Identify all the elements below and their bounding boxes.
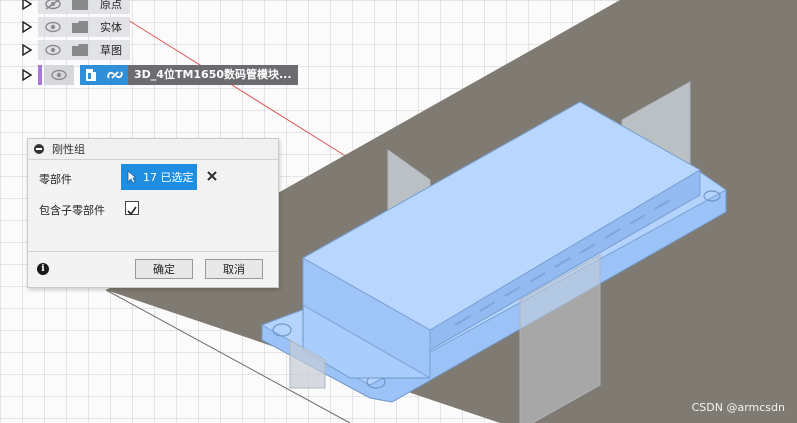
eye-icon[interactable] bbox=[50, 68, 68, 82]
folder-icon bbox=[72, 44, 88, 56]
tree-row-component[interactable]: 3D_4位TM1650数码管模块... bbox=[20, 64, 298, 86]
component-name[interactable]: 3D_4位TM1650数码管模块... bbox=[128, 65, 298, 85]
tree-label: 草图 bbox=[100, 44, 122, 57]
tree-label: 原点 bbox=[100, 0, 122, 11]
component-color-marker bbox=[38, 65, 42, 85]
include-children-checkbox[interactable] bbox=[125, 201, 139, 216]
eye-hidden-icon[interactable] bbox=[44, 0, 62, 11]
expand-arrow-icon[interactable] bbox=[20, 20, 34, 34]
collapse-icon[interactable] bbox=[34, 144, 44, 154]
link-icon bbox=[107, 71, 123, 79]
include-children-label: 包含子零部件 bbox=[39, 204, 105, 217]
components-label: 零部件 bbox=[39, 173, 72, 186]
cancel-button[interactable]: 取消 bbox=[205, 259, 263, 279]
tree-row-origin[interactable]: 原点 bbox=[20, 0, 130, 14]
selection-count: 17 已选定 bbox=[143, 171, 194, 184]
tree-row-sketches[interactable]: 草图 bbox=[20, 40, 130, 60]
tree-row-bodies[interactable]: 实体 bbox=[20, 17, 130, 37]
folder-icon bbox=[72, 21, 88, 33]
component-icon bbox=[86, 69, 96, 81]
info-icon[interactable]: i bbox=[37, 263, 49, 275]
rigid-group-dialog: 刚性组 零部件 17 已选定 包含子零部件 i 确定 取消 bbox=[27, 138, 279, 288]
dialog-divider bbox=[28, 251, 278, 252]
eye-icon[interactable] bbox=[44, 43, 62, 57]
tree-label: 实体 bbox=[100, 21, 122, 34]
dialog-header[interactable]: 刚性组 bbox=[28, 139, 278, 160]
expand-arrow-icon[interactable] bbox=[20, 68, 34, 82]
folder-icon bbox=[72, 0, 88, 10]
expand-arrow-icon[interactable] bbox=[20, 0, 34, 11]
dialog-title: 刚性组 bbox=[52, 143, 85, 156]
expand-arrow-icon[interactable] bbox=[20, 43, 34, 57]
pointer-cursor-icon bbox=[127, 170, 137, 184]
clear-selection-icon[interactable] bbox=[206, 170, 218, 182]
selection-button[interactable]: 17 已选定 bbox=[121, 164, 197, 190]
checkmark-icon bbox=[127, 206, 137, 216]
watermark-text: CSDN @armcsdn bbox=[691, 401, 785, 414]
canvas-viewport[interactable]: 原点 实体 草图 3D_4位TM1650数码管模块... 刚性组 零部件 17 … bbox=[0, 0, 797, 423]
ok-button[interactable]: 确定 bbox=[135, 259, 193, 279]
eye-icon[interactable] bbox=[44, 20, 62, 34]
